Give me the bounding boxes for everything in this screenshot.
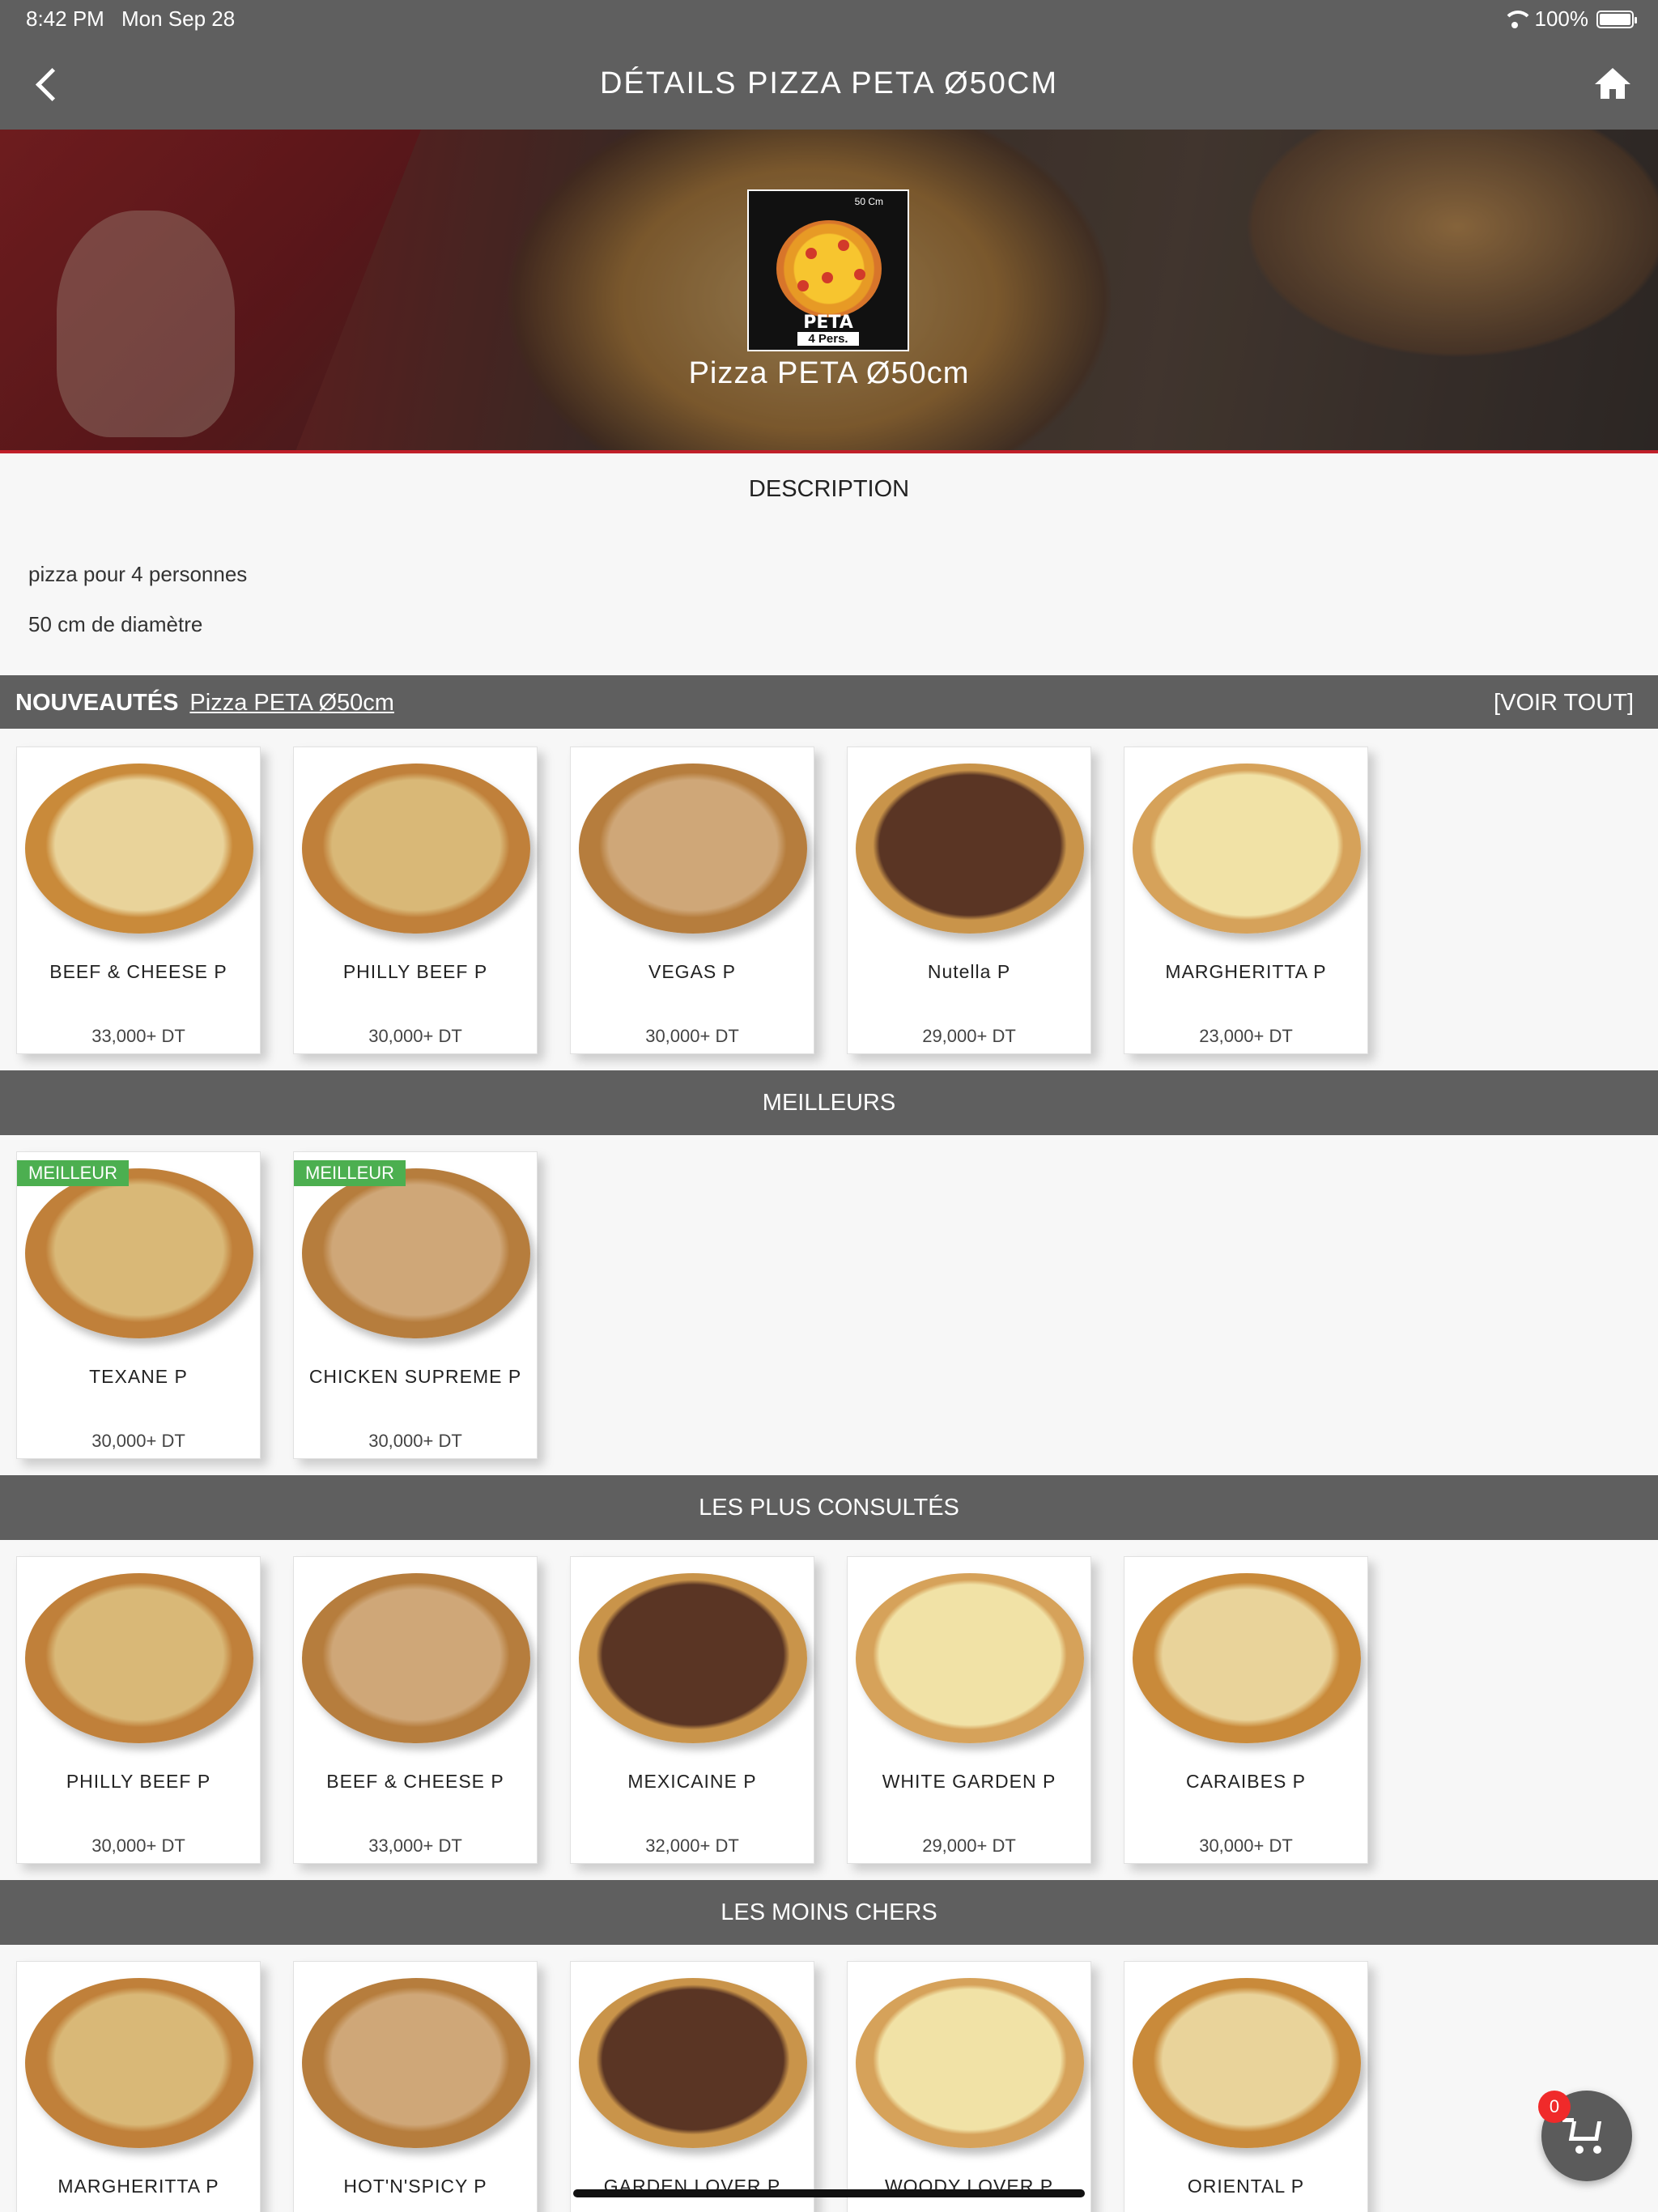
product-card[interactable]: CARAIBES P 30,000+ DT (1124, 1556, 1368, 1864)
product-price: 30,000+ DT (91, 1836, 185, 1856)
product-name: PHILLY BEEF P (342, 961, 488, 982)
pizza-image (579, 764, 807, 934)
product-card[interactable]: PHILLY BEEF P 30,000+ DT (16, 1556, 261, 1864)
wifi-icon (1502, 10, 1533, 28)
product-name: VEGAS P (648, 961, 736, 982)
battery-percent: 100% (1534, 6, 1589, 31)
pizza-image (1133, 1978, 1361, 2148)
section-label: LES PLUS CONSULTÉS (699, 1495, 959, 1521)
status-right: 100% (1502, 6, 1637, 32)
product-price: 29,000+ DT (922, 1026, 1016, 1046)
product-name: HOT'N'SPICY P (343, 2176, 487, 2197)
product-price: 30,000+ DT (368, 1431, 462, 1451)
product-price: 33,000+ DT (368, 1836, 462, 1856)
product-price: 23,000+ DT (1199, 1026, 1293, 1046)
status-bar: 8:42 PM Mon Sep 28 100% (0, 0, 1658, 39)
product-price: 30,000+ DT (645, 1026, 739, 1046)
description-line: 50 cm de diamètre (28, 612, 203, 636)
battery-icon (1596, 10, 1637, 28)
status-time: 8:42 PM (26, 6, 104, 31)
section-consultes-bar: LES PLUS CONSULTÉS (0, 1475, 1658, 1540)
pizza-image (25, 1573, 253, 1743)
page-title: DÉTAILS PIZZA PETA Ø50CM (599, 66, 1059, 100)
home-icon[interactable] (1595, 68, 1630, 100)
product-name: TEXANE P (89, 1366, 188, 1387)
pizza-image (579, 1978, 807, 2148)
product-card[interactable]: HOT'N'SPICY P (293, 1961, 538, 2212)
pizza-image (856, 764, 1084, 934)
product-card[interactable]: WHITE GARDEN P 29,000+ DT (847, 1556, 1091, 1864)
pizza-image (1133, 764, 1361, 934)
home-indicator[interactable] (573, 2189, 1085, 2197)
product-card[interactable]: PHILLY BEEF P 30,000+ DT (293, 747, 538, 1054)
pizza-image (856, 1573, 1084, 1743)
product-card[interactable]: BEEF & CHEESE P 33,000+ DT (293, 1556, 538, 1864)
product-price: 33,000+ DT (91, 1026, 185, 1046)
product-card[interactable]: MARGHERITTA P (16, 1961, 261, 2212)
see-all-link[interactable]: [VOIR TOUT] (1494, 690, 1634, 717)
product-name: CHICKEN SUPREME P (308, 1366, 522, 1387)
pizza-image (25, 1978, 253, 2148)
category-link[interactable]: Pizza PETA Ø50cm (189, 690, 394, 716)
pizza-image (25, 1168, 253, 1338)
product-card[interactable]: Nutella P 29,000+ DT (847, 747, 1091, 1054)
product-card[interactable]: BEEF & CHEESE P 33,000+ DT (16, 747, 261, 1054)
best-badge: MEILLEUR (294, 1160, 406, 1186)
pizza-image (302, 1978, 530, 2148)
pizza-image (856, 1978, 1084, 2148)
product-title: Pizza PETA Ø50cm (688, 356, 970, 390)
product-name: BEEF & CHEESE P (326, 1771, 504, 1792)
product-name: CARAIBES P (1185, 1771, 1307, 1792)
product-card[interactable]: WOODY LOVER P (847, 1961, 1091, 2212)
status-date: Mon Sep 28 (121, 6, 236, 31)
section-label: MEILLEURS (762, 1090, 896, 1116)
pizza-image (302, 1168, 530, 1338)
product-name: MEXICAINE P (627, 1771, 757, 1792)
pizza-image (1133, 1573, 1361, 1743)
product-name: ORIENTAL P (1187, 2176, 1305, 2197)
section-label: LES MOINS CHERS (721, 1899, 937, 1925)
section-nouveautes-bar: NOUVEAUTÉS Pizza PETA Ø50cm [VOIR TOUT] (0, 675, 1658, 729)
description-line: pizza pour 4 personnes (28, 562, 248, 586)
section-label: NOUVEAUTÉS (15, 690, 179, 716)
product-card[interactable]: MEILLEUR CHICKEN SUPREME P 30,000+ DT (293, 1151, 538, 1459)
pizza-image (302, 1573, 530, 1743)
description-heading: DESCRIPTION (748, 476, 910, 502)
product-card[interactable]: ORIENTAL P (1124, 1961, 1368, 2212)
product-price: 29,000+ DT (922, 1836, 1016, 1856)
product-name: Nutella P (927, 961, 1011, 982)
product-card[interactable]: GARDEN LOVER P (570, 1961, 814, 2212)
product-name: PHILLY BEEF P (66, 1771, 211, 1792)
product-card[interactable]: MEILLEUR TEXANE P 30,000+ DT (16, 1151, 261, 1459)
product-name: MARGHERITTA P (1165, 961, 1327, 982)
cart-count-badge: 0 (1538, 2091, 1571, 2123)
pizza-image (579, 1573, 807, 1743)
product-name: BEEF & CHEESE P (49, 961, 227, 982)
best-badge: MEILLEUR (17, 1160, 130, 1186)
product-price: 32,000+ DT (645, 1836, 739, 1856)
section-meilleurs-bar: MEILLEURS (0, 1070, 1658, 1135)
section-moins-chers-bar: LES MOINS CHERS (0, 1880, 1658, 1945)
product-price: 30,000+ DT (91, 1431, 185, 1451)
product-card[interactable]: MARGHERITTA P 23,000+ DT (1124, 747, 1368, 1054)
product-card[interactable]: MEXICAINE P 32,000+ DT (570, 1556, 814, 1864)
top-bar: 8:42 PM Mon Sep 28 100% DÉTAILS PIZZA PE… (0, 0, 1658, 130)
product-card[interactable]: VEGAS P 30,000+ DT (570, 747, 814, 1054)
product-name: WHITE GARDEN P (882, 1771, 1056, 1792)
pizza-image (302, 764, 530, 934)
product-price: 30,000+ DT (1199, 1836, 1293, 1856)
product-logo: 50 Cm PETA 4 Pers. (747, 189, 909, 351)
product-name: MARGHERITTA P (57, 2176, 219, 2197)
product-price: 30,000+ DT (368, 1026, 462, 1046)
pizza-image (25, 764, 253, 934)
